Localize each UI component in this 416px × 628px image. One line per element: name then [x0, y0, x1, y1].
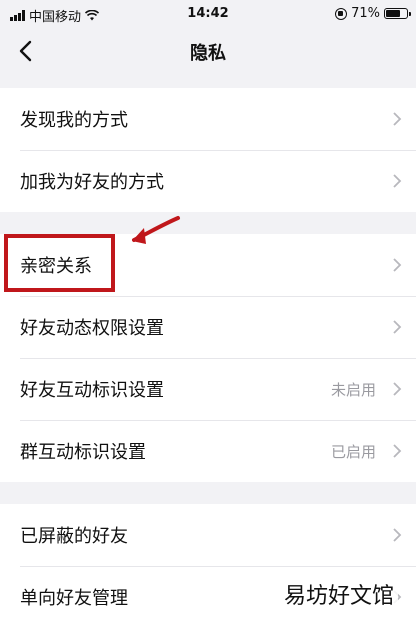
- row-blocked-friends[interactable]: 已屏蔽的好友: [0, 504, 416, 566]
- settings-group-discovery: 发现我的方式 加我为好友的方式: [0, 88, 416, 212]
- row-label: 群互动标识设置: [20, 442, 146, 463]
- row-label: 发现我的方式: [20, 110, 128, 131]
- row-status-value: 未启用: [330, 380, 376, 399]
- chevron-right-icon: [393, 382, 402, 396]
- battery-icon: [384, 8, 411, 19]
- row-friend-interaction-badge[interactable]: 好友互动标识设置 未启用: [0, 358, 416, 420]
- settings-group-friends: 亲密关系 好友动态权限设置 好友互动标识设置 未启用 群互动标识设置 已启用: [0, 234, 416, 482]
- row-label: 单向好友管理: [20, 588, 128, 609]
- row-label: 已屏蔽的好友: [20, 526, 128, 547]
- row-add-me-methods[interactable]: 加我为好友的方式: [0, 150, 416, 212]
- row-label: 亲密关系: [20, 256, 92, 277]
- chevron-right-icon: [393, 112, 402, 126]
- status-right: 71%: [335, 6, 411, 21]
- chevron-right-icon: [393, 444, 402, 458]
- chevron-right-icon: [393, 174, 402, 188]
- row-label: 好友互动标识设置: [20, 380, 164, 401]
- row-intimate-relationship[interactable]: 亲密关系: [0, 234, 416, 296]
- row-moments-permissions[interactable]: 好友动态权限设置: [0, 296, 416, 358]
- rotation-lock-icon: [335, 7, 348, 20]
- chevron-right-icon: [393, 528, 402, 542]
- page-title: 隐私: [190, 43, 226, 64]
- row-find-me-methods[interactable]: 发现我的方式: [0, 88, 416, 150]
- status-bar: 中国移动 14:42 71%: [0, 0, 416, 28]
- row-label: 好友动态权限设置: [20, 318, 164, 339]
- row-group-interaction-badge[interactable]: 群互动标识设置 已启用: [0, 420, 416, 482]
- row-label: 加我为好友的方式: [20, 172, 164, 193]
- row-status-value: 已启用: [330, 442, 376, 461]
- chevron-right-icon: [393, 320, 402, 334]
- navigation-bar: 隐私: [0, 28, 416, 74]
- battery-percent: 71%: [351, 6, 380, 21]
- chevron-right-icon: [393, 258, 402, 272]
- watermark: 易坊好文馆: [279, 578, 398, 610]
